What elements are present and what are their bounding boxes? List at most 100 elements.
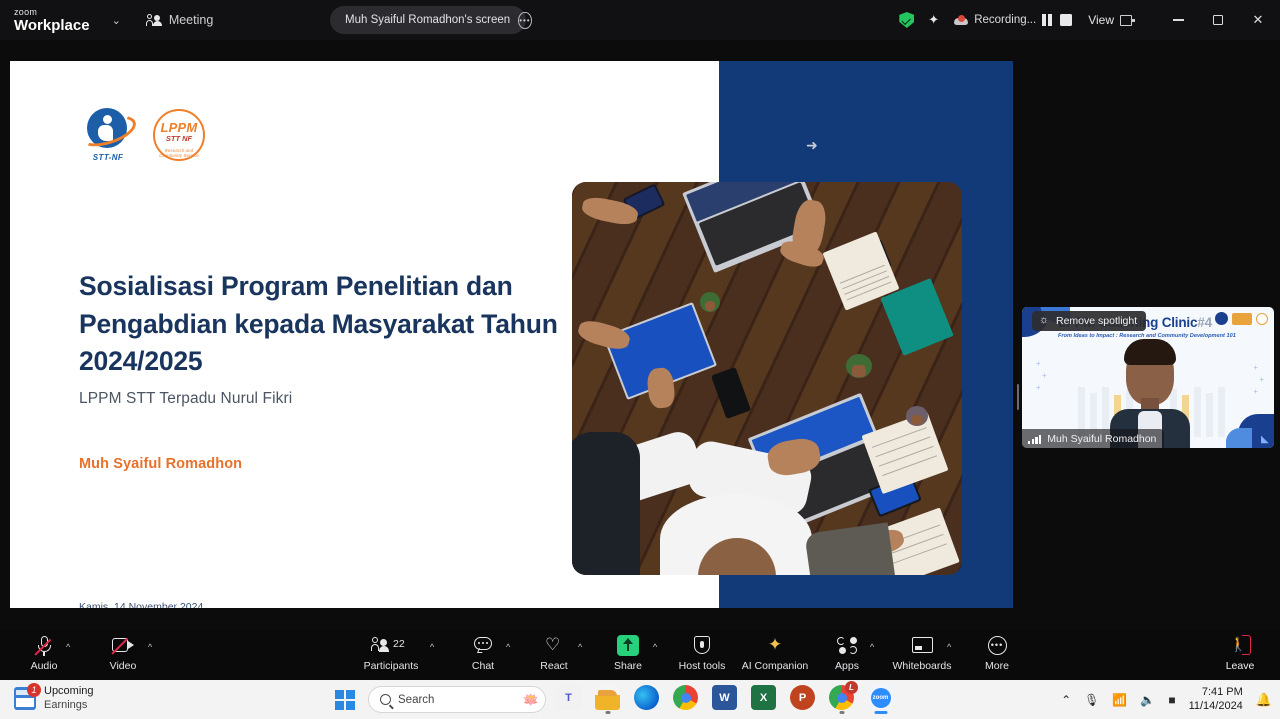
chevron-down-icon[interactable]: ⌄ [112,14,121,27]
toolbar-apps-button[interactable]: Apps [827,634,867,678]
toolbar-audio-button[interactable]: Audio [24,634,64,678]
notification-bell-icon[interactable]: 🔔 [1256,692,1272,708]
toolbar-more-label: More [985,660,1009,672]
zoom-workplace-logo[interactable]: zoom Workplace [14,7,90,34]
profile-badge: L [845,681,858,694]
taskbar-teams-icon[interactable]: T [556,685,581,710]
view-selector[interactable]: View [1088,13,1135,27]
microphone-muted-icon [33,634,52,656]
taskbar-search-input[interactable]: Search 🪷 [368,686,546,713]
apps-options-caret-icon[interactable]: ^ [870,642,874,652]
toolbar-ai-companion-button[interactable]: ✦ AI Companion [735,634,815,678]
toolbar-apps-label: Apps [835,660,859,672]
windows-start-icon[interactable] [335,690,355,710]
close-button[interactable]: ✕ [1238,0,1278,40]
taskbar-zoom-icon[interactable]: zoom [868,685,893,714]
share-resize-handle[interactable] [1014,383,1021,411]
toolbar-leave-button[interactable]: 🚶 Leave [1219,634,1261,678]
react-options-caret-icon[interactable]: ^ [578,642,582,652]
whiteboards-options-caret-icon[interactable]: ^ [947,642,951,652]
toolbar-react-button[interactable]: ♡ React [533,634,575,678]
brand-large-text: Workplace [14,16,90,34]
toast-text: Upcoming Earnings [44,685,94,713]
audio-bars-icon [1028,434,1042,444]
chat-options-caret-icon[interactable]: ^ [506,642,510,652]
participants-options-caret-icon[interactable]: ^ [430,642,434,652]
taskbar-word-icon[interactable]: W [712,685,737,710]
taskbar-excel-icon[interactable]: X [751,685,776,710]
share-options-caret-icon[interactable]: ^ [653,642,657,652]
taskbar-edge-icon[interactable] [634,685,659,710]
toolbar-host-tools-button[interactable]: Host tools [672,634,732,678]
taskbar-file-explorer-icon[interactable] [595,685,620,714]
toolbar-more-button[interactable]: ••• More [976,634,1018,678]
toolbar-participants-button[interactable]: 22 Participants [362,634,420,678]
chat-bubble-icon [474,634,492,656]
battery-icon[interactable]: ■ [1168,693,1175,707]
participants-icon: 22 [371,634,411,656]
lppm-logo-line2: STT NF [165,134,193,143]
taskbar-chrome-profile-icon[interactable]: L [829,681,858,714]
meeting-tab-label: Meeting [168,13,214,27]
participant-name: Muh Syaiful Romadhon [1047,432,1157,445]
share-screen-icon [617,634,639,656]
remove-spotlight-tooltip[interactable]: ☼ Remove spotlight [1032,311,1147,331]
encryption-shield-icon[interactable] [899,12,915,28]
sharing-status-pill[interactable]: Muh Syaiful Romadhon's screen ••• [330,6,532,34]
toolbar-whiteboards-button[interactable]: Whiteboards [886,634,958,678]
view-layout-icon [1120,14,1135,26]
toolbar-leave-label: Leave [1225,660,1255,672]
recording-status: Recording... [954,14,1073,26]
ai-sparkle-icon: ✦ [767,635,783,654]
spotlight-icon: ☼ [1039,314,1050,326]
shared-screen-slide[interactable]: STT-NF LPPM STT NF Research and Communit… [10,61,1013,608]
maximize-button[interactable] [1198,0,1238,40]
meeting-tab[interactable]: Meeting [145,13,214,27]
more-options-icon[interactable]: ••• [518,11,532,29]
wifi-icon[interactable]: 📶 [1112,693,1127,707]
calendar-icon: 1 [14,683,41,711]
toolbar-ai-companion-label: AI Companion [741,660,809,672]
audio-options-caret-icon[interactable]: ^ [66,642,70,652]
toolbar-chat-label: Chat [471,660,495,672]
taskbar-clock[interactable]: 7:41 PM 11/14/2024 [1189,686,1243,714]
toolbar-audio-label: Audio [30,660,58,672]
participants-count: 22 [393,638,405,650]
slide-logos: STT-NF LPPM STT NF Research and Communit… [76,108,205,162]
lppm-logo-line1: LPPM [160,120,198,135]
volume-icon[interactable]: 🔈 [1140,693,1155,707]
microphone-icon[interactable]: 🎙 [1084,693,1099,707]
slide-date: Kamis, 14 November 2024 [79,601,204,608]
taskbar-powerpoint-icon[interactable]: P [790,685,815,710]
virtual-background-logos [1215,312,1268,325]
lppm-logo-icon: LPPM STT NF Research and Community Servi… [153,109,205,161]
tray-chevron-icon[interactable]: ⌃ [1061,693,1071,707]
toolbar-share-button[interactable]: Share [607,634,649,678]
stop-recording-icon[interactable] [1060,14,1073,26]
tile-corner-icon: ◣ [1261,434,1269,445]
toolbar-share-label: Share [613,660,643,672]
view-label: View [1088,13,1114,27]
search-placeholder: Search [398,693,435,706]
sttnf-logo-icon: STT-NF [76,108,140,162]
shield-host-tools-icon [694,634,710,656]
partner-logo-icon [1256,312,1268,325]
pause-recording-icon[interactable] [1042,14,1054,26]
video-tile-self[interactable]: + + + + + + LPPM Coaching Clinic#4 From … [1022,307,1274,448]
ai-sparkle-icon[interactable]: ✦ [928,12,939,28]
taskbar-apps: T W X P L zoom [556,681,893,714]
titlebar-right-group: ✦ Recording... View ✕ [899,0,1280,40]
participant-name-bar: Muh Syaiful Romadhon [1022,429,1165,448]
zoom-meeting-window: zoom Workplace ⌄ Meeting Muh Syaiful Rom… [0,0,1280,719]
toast-badge: 1 [27,683,41,698]
slide-subtitle: LPPM STT Terpadu Nurul Fikri [79,390,293,407]
toast-line1: Upcoming [44,685,94,697]
toolbar-video-button[interactable]: Video [103,634,143,678]
meeting-toolbar: Audio ^ Video ^ 22 Participants ^ Chat ^ [0,630,1280,680]
remove-spotlight-label: Remove spotlight [1056,315,1138,327]
video-options-caret-icon[interactable]: ^ [148,642,152,652]
minimize-button[interactable] [1158,0,1198,40]
taskbar-chrome-icon[interactable] [673,685,698,710]
calendar-toast[interactable]: 1 Upcoming Earnings [14,683,94,713]
toolbar-chat-button[interactable]: Chat [463,634,503,678]
